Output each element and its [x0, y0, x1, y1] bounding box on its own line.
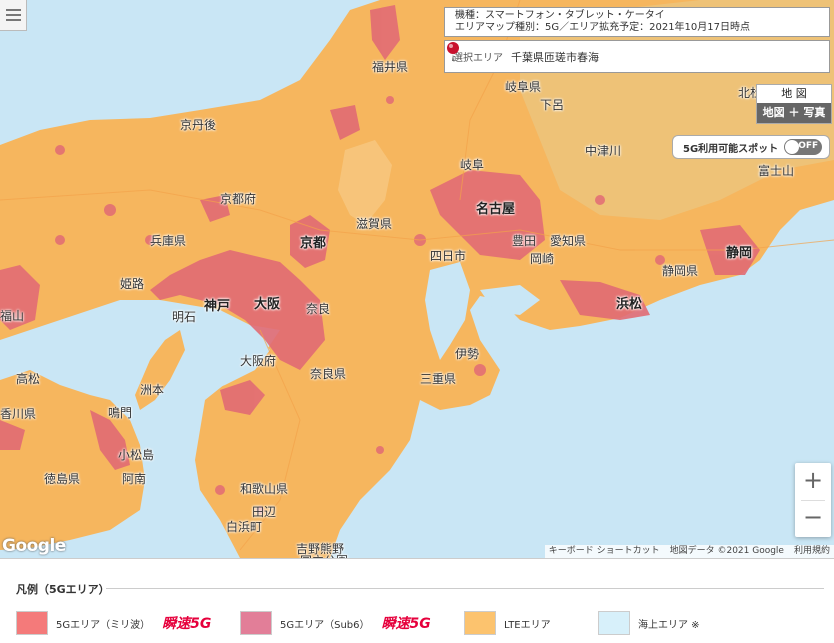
legend-item-sea: 海上エリア ※: [598, 611, 700, 635]
legend-title: 凡例（5Gエリア）: [16, 583, 110, 596]
5g-spot-toggle-box: 5G利用可能スポット OFF: [672, 135, 830, 159]
legend-brand: 瞬速5G: [162, 616, 212, 632]
selected-area-value: 千葉県匝瑳市春海: [511, 50, 599, 64]
zoom-out-button[interactable]: −: [795, 500, 831, 537]
place-label: 小松島: [118, 448, 155, 462]
5g-spot-toggle[interactable]: OFF: [784, 139, 823, 155]
legend-brand: 瞬速5G: [381, 616, 431, 632]
place-label: 洲本: [140, 383, 165, 397]
place-label: 和歌山県: [240, 482, 289, 496]
place-label: 愛知県: [550, 234, 587, 248]
satellite-view-button[interactable]: 地図 ＋ 写真: [757, 103, 831, 123]
place-label: 白浜町: [226, 520, 263, 534]
place-label: 大阪府: [240, 354, 277, 368]
legend-swatch: [16, 611, 48, 635]
place-label: 四日市: [430, 249, 467, 263]
place-label: 高松: [16, 372, 41, 386]
map-type-text: エリアマップ種別：5G／エリア拡充予定：2021年10月17日時点: [455, 22, 751, 33]
place-label: 姫路: [120, 277, 145, 291]
area-map[interactable]: 福井県 岐阜県 下呂 北杜 京丹後 中津川 富士山 岐阜 京都府 滋賀県 名古屋 兵庫県 京都 豊田 愛知県…: [0, 0, 834, 558]
place-label: 奈良: [306, 302, 331, 316]
place-label: 滋賀県: [356, 217, 393, 231]
place-label: 香川県: [0, 407, 37, 421]
attribution-bar: キーボード ショートカット 地図データ ©2021 Google 利用規約: [544, 545, 834, 558]
place-label: 京丹後: [180, 118, 217, 132]
place-label: 浜松: [616, 297, 643, 312]
map-view-button[interactable]: 地 図: [757, 85, 831, 103]
legend-item-lte: LTEエリア: [464, 611, 551, 635]
place-label: 京都: [300, 236, 327, 251]
place-label: 神戸: [204, 299, 231, 314]
place-label: 富士山: [758, 164, 795, 178]
place-label: 静岡: [726, 246, 753, 261]
legend: 凡例（5Gエリア） 5Gエリア（ミリ波） 瞬速5G 5Gエリア（Sub6） 瞬速…: [0, 558, 834, 643]
selected-area-box[interactable]: 選択エリア 千葉県匝瑳市春海: [444, 40, 830, 73]
legend-item-mmwave: 5Gエリア（ミリ波） 瞬速5G: [16, 611, 211, 635]
place-label: 奈良県: [310, 367, 347, 381]
legend-swatch: [598, 611, 630, 635]
toggle-knob: [785, 140, 800, 154]
legend-label: 5Gエリア（ミリ波）: [56, 619, 151, 631]
legend-label: 5Gエリア（Sub6）: [280, 619, 370, 631]
zoom-in-button[interactable]: +: [795, 463, 831, 500]
legend-label: LTEエリア: [504, 619, 551, 631]
device-text: 機種：スマートフォン・タブレット・ケータイ: [455, 10, 665, 21]
place-label: 岐阜県: [505, 80, 542, 94]
place-label: 兵庫県: [150, 234, 187, 248]
place-label: 伊勢: [455, 347, 480, 361]
place-label: 福山: [0, 309, 25, 323]
place-label: 三重県: [420, 372, 457, 386]
legend-label: 海上エリア ※: [638, 619, 700, 631]
place-label: 大阪: [254, 297, 281, 312]
map-pin-icon: [447, 42, 459, 61]
google-logo[interactable]: Google: [2, 536, 66, 556]
place-label: 豊田: [512, 234, 537, 248]
place-label: 下呂: [540, 98, 565, 112]
place-label: 名古屋: [476, 202, 516, 217]
toggle-state: OFF: [798, 141, 819, 151]
map-data-text: 地図データ ©2021 Google: [669, 546, 784, 556]
place-label: 京都府: [220, 192, 257, 206]
info-box: 機種：スマートフォン・タブレット・ケータイ エリアマップ種別：5G／エリア拡充予…: [444, 7, 830, 37]
menu-button[interactable]: [0, 0, 27, 31]
place-label: 徳島県: [44, 472, 81, 486]
terms-link[interactable]: 利用規約: [794, 545, 830, 558]
place-label: 静岡県: [662, 264, 699, 278]
keyboard-shortcuts-link[interactable]: キーボード ショートカット: [549, 545, 660, 558]
place-label: 中津川: [585, 144, 622, 158]
legend-swatch: [240, 611, 272, 635]
place-label: 明石: [172, 310, 197, 324]
place-label: 岐阜: [460, 158, 485, 172]
place-label: 岡崎: [530, 252, 555, 266]
place-label: 阿南: [122, 472, 147, 486]
place-label: 鳴門: [108, 406, 133, 420]
legend-swatch: [464, 611, 496, 635]
zoom-control: + −: [795, 463, 831, 537]
5g-spot-label: 5G利用可能スポット: [683, 143, 779, 155]
map-type-control: 地 図 地図 ＋ 写真: [756, 84, 832, 124]
legend-item-sub6: 5Gエリア（Sub6） 瞬速5G: [240, 611, 431, 635]
place-label: 福井県: [372, 60, 409, 74]
